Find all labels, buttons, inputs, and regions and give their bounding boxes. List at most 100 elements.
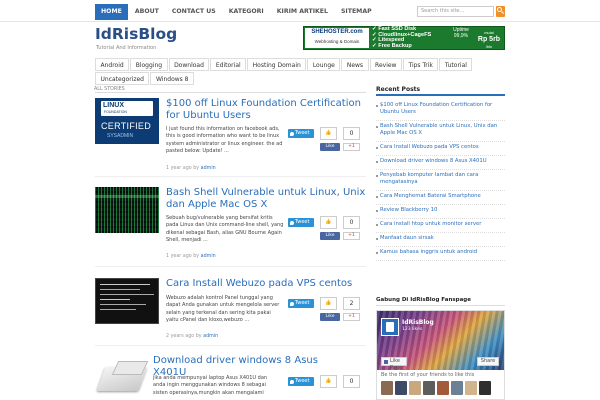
banner-price-suffix: /bln	[485, 44, 493, 49]
avatar	[437, 381, 449, 395]
facebook-like-button[interactable]: Like	[320, 313, 340, 321]
like-count: 0	[343, 375, 360, 388]
recent-post-link[interactable]: Cara install htop untuk monitor server	[376, 219, 505, 233]
category-uncategorized[interactable]: Uncategorized	[95, 72, 150, 85]
recent-post-link[interactable]: Manfaat daun sirsak	[376, 233, 505, 247]
post-excerpt: Webuzo adalah kontrol Panel tunggal yang…	[166, 295, 280, 323]
category-review[interactable]: Review	[369, 58, 402, 71]
nav-contact-us[interactable]: CONTACT US	[166, 4, 222, 20]
banner-brand-name: SHEHOSTER.com	[311, 29, 363, 35]
post-meta: 1 year ago by admin	[166, 254, 216, 259]
google-plus-button[interactable]: +1	[343, 313, 360, 321]
category-tutorial[interactable]: Tutorial	[439, 58, 473, 71]
google-plus-button[interactable]: +1	[343, 232, 360, 240]
facebook-share-button[interactable]: Share	[477, 357, 499, 366]
fanspage-title: Gabung Di IdRisBlog Fanspage	[376, 297, 471, 303]
banner-brand-sub: Webhosting & Domain	[314, 39, 360, 44]
category-hosting-domain[interactable]: Hosting Domain	[247, 58, 307, 71]
recent-post-link[interactable]: $100 off Linux Foundation Certification …	[376, 100, 505, 121]
post-author[interactable]: admin	[201, 254, 216, 259]
divider	[95, 92, 366, 93]
facebook-like-button[interactable]: Like	[320, 232, 340, 240]
divider	[95, 176, 366, 177]
category-tips-trik[interactable]: Tips Trik	[402, 58, 439, 71]
post-title[interactable]: $100 off Linux Foundation Certification …	[166, 98, 366, 121]
post-thumbnail[interactable]	[95, 355, 159, 400]
post-author[interactable]: admin	[201, 166, 216, 171]
facebook-page-avatar[interactable]	[381, 318, 399, 336]
banner-price-prefix: mulai	[484, 30, 494, 35]
tweet-button[interactable]: Tweet	[288, 299, 314, 308]
post-title[interactable]: Bash Shell Vulnerable untuk Linux, Unix …	[166, 187, 366, 210]
category-navigation: Android Blogging Download Editorial Host…	[95, 58, 505, 86]
category-windows-8[interactable]: Windows 8	[150, 72, 194, 85]
category-editorial[interactable]: Editorial	[210, 58, 247, 71]
post-author[interactable]: admin	[203, 334, 218, 339]
thumb-text: SYSADMIN	[107, 133, 134, 139]
thumbs-up-button[interactable]: 👍	[320, 216, 337, 229]
avatar	[465, 381, 477, 395]
nav-kategori[interactable]: KATEGORI	[223, 4, 270, 20]
recent-posts-list: $100 off Linux Foundation Certification …	[376, 100, 505, 261]
top-navigation: HOME ABOUT CONTACT US KATEGORI KIRIM ART…	[0, 0, 600, 22]
banner-brand: SHEHOSTER.com Webhosting & Domain	[305, 28, 369, 48]
recent-post-link[interactable]: Kamus bahasa inggris untuk android	[376, 247, 505, 261]
twitter-icon	[290, 131, 294, 136]
category-android[interactable]: Android	[95, 58, 130, 71]
avatar	[409, 381, 421, 395]
tweet-button[interactable]: Tweet	[288, 129, 314, 138]
post-meta: 1 year ago by admin	[166, 166, 216, 171]
facebook-friends-text: Be the first of your friends to like thi…	[381, 372, 475, 378]
avatar	[381, 381, 393, 395]
category-blogging[interactable]: Blogging	[130, 58, 168, 71]
thumbs-up-button[interactable]: 👍	[320, 375, 337, 388]
post-excerpt: jika anda mempunyai laptop Asus X401U da…	[153, 375, 268, 396]
category-news[interactable]: News	[341, 58, 369, 71]
divider	[376, 305, 505, 306]
tweet-button[interactable]: Tweet	[288, 218, 314, 227]
site-tagline: Tutorial And Information	[96, 45, 157, 51]
recent-post-link[interactable]: Download driver windows 8 Asus X401U	[376, 156, 505, 170]
post-thumbnail[interactable]	[95, 187, 159, 233]
thumb-text: FOUNDATION	[104, 110, 127, 114]
thumbs-up-button[interactable]: 👍	[320, 297, 337, 310]
banner-features: ✓ Fast SSD Disk ✓ Cloudlinux+CageFS ✓ Li…	[372, 26, 431, 50]
tweet-button[interactable]: Tweet	[288, 377, 314, 386]
divider	[95, 266, 366, 267]
facebook-icon	[384, 360, 388, 364]
google-plus-button[interactable]: +1	[343, 143, 360, 151]
divider	[95, 345, 366, 346]
nav-kirim-artikel[interactable]: KIRIM ARTIKEL	[271, 4, 334, 20]
facebook-page-name[interactable]: IdRisBlog	[402, 319, 434, 326]
avatar	[395, 381, 407, 395]
post-title[interactable]: Cara Install Webuzo pada VPS centos	[166, 278, 366, 290]
post-excerpt: I just found this information on faceboo…	[166, 126, 283, 154]
recent-post-link[interactable]: Penyebab komputer lambat dan cara mengat…	[376, 170, 505, 191]
recent-post-link[interactable]: Cara Menghemat Baterai Smartphone	[376, 191, 505, 205]
facebook-page-likes: 123 likes	[402, 327, 423, 332]
search-button[interactable]	[496, 6, 505, 17]
facebook-like-page-button[interactable]: Like Page	[381, 357, 407, 371]
thumbs-up-button[interactable]: 👍	[320, 127, 337, 140]
banner-feature: ✓ Free Backup	[372, 43, 412, 50]
recent-post-link[interactable]: Bash Shell Vulnerable untuk Linux, Unix …	[376, 121, 505, 142]
recent-post-link[interactable]: Review Blackberry 10	[376, 205, 505, 219]
nav-sitemap[interactable]: SITEMAP	[335, 4, 378, 20]
category-download[interactable]: Download	[168, 58, 210, 71]
twitter-icon	[290, 301, 294, 306]
ad-banner[interactable]: SHEHOSTER.com Webhosting & Domain ✓ Fast…	[303, 26, 505, 50]
banner-uptime: Uptime 99,9%	[453, 27, 469, 39]
nav-home[interactable]: HOME	[95, 4, 128, 20]
search-input[interactable]: Search this site...	[417, 6, 494, 17]
top-menu: HOME ABOUT CONTACT US KATEGORI KIRIM ART…	[95, 4, 378, 20]
recent-post-link[interactable]: Cara Install Webuzo pada VPS centos	[376, 142, 505, 156]
category-lounge[interactable]: Lounge	[307, 58, 341, 71]
post-thumbnail[interactable]: LINUX FOUNDATION CERTIFIED SYSADMIN	[95, 98, 159, 144]
post-thumbnail[interactable]	[95, 278, 159, 324]
site-logo[interactable]: IdRisBlog	[95, 25, 177, 43]
facebook-like-button[interactable]: Like	[320, 143, 340, 151]
banner-price-value: Rp 5rb	[477, 36, 501, 43]
recent-posts-title: Recent Posts	[376, 86, 421, 93]
nav-about[interactable]: ABOUT	[129, 4, 165, 20]
post-meta: 2 years ago by admin	[166, 334, 218, 339]
